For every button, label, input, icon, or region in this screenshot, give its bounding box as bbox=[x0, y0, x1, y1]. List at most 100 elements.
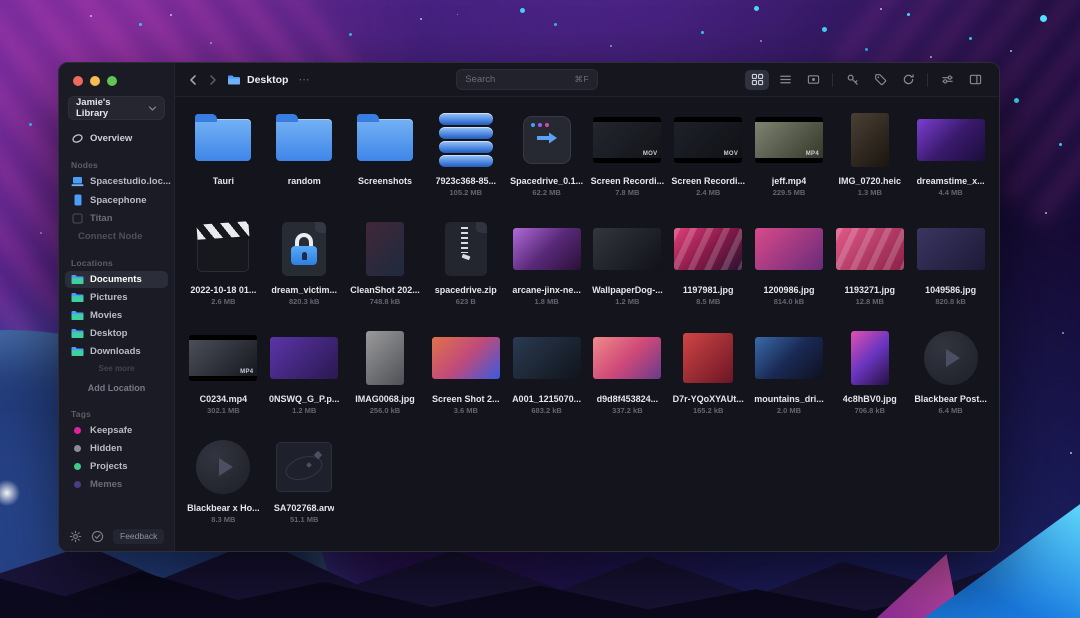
file-name: Tauri bbox=[212, 176, 235, 186]
file-item[interactable]: Blackbear Post... 6.4 MB bbox=[910, 325, 991, 434]
feedback-button[interactable]: Feedback bbox=[113, 528, 165, 544]
file-item[interactable]: 4c8hBV0.jpg 706.8 kB bbox=[829, 325, 910, 434]
file-size: 337.2 kB bbox=[612, 406, 643, 415]
settings-button[interactable] bbox=[69, 530, 82, 543]
folder-icon bbox=[71, 310, 84, 321]
file-item[interactable]: Screen Shot 2... 3.6 MB bbox=[425, 325, 506, 434]
file-item[interactable]: 1200986.jpg 814.0 kB bbox=[749, 216, 830, 325]
file-item[interactable]: 2022-10-18 01... 2.6 MB bbox=[183, 216, 264, 325]
file-item[interactable]: random bbox=[264, 107, 345, 216]
sidebar-item-add-location[interactable]: Add Location bbox=[65, 380, 168, 396]
sidebar-item-pictures[interactable]: Pictures bbox=[65, 289, 168, 306]
file-item[interactable]: 7923c368-85... 105.2 MB bbox=[425, 107, 506, 216]
file-item[interactable]: CleanShot 202... 748.8 kB bbox=[345, 216, 426, 325]
image-thumbnail bbox=[365, 222, 404, 276]
sidebar-item-desktop[interactable]: Desktop bbox=[65, 325, 168, 342]
file-item[interactable]: MP4 jeff.mp4 229.5 MB bbox=[749, 107, 830, 216]
breadcrumb[interactable]: Desktop bbox=[227, 74, 288, 86]
more-options-button[interactable]: ⋯ bbox=[298, 73, 309, 86]
sidebar-item-label: Add Location bbox=[87, 383, 146, 393]
sidebar-item-label: Spacephone bbox=[90, 194, 147, 206]
image-thumbnail bbox=[683, 333, 734, 383]
background-crystal-pink bbox=[870, 554, 960, 618]
sidebar-item-see-more[interactable]: See more bbox=[65, 361, 168, 376]
sidebar-item-hidden[interactable]: Hidden bbox=[65, 440, 168, 457]
file-item[interactable]: Blackbear x Ho... 8.3 MB bbox=[183, 434, 264, 543]
sidebar-item-downloads[interactable]: Downloads bbox=[65, 343, 168, 360]
forward-button[interactable] bbox=[207, 74, 219, 86]
file-name: SA702768.arw bbox=[273, 503, 335, 513]
sidebar-item-memes[interactable]: Memes bbox=[65, 476, 168, 493]
panel-button[interactable] bbox=[963, 70, 987, 90]
tag-color-dot bbox=[74, 445, 81, 452]
spacedrive-window: Jamie's Library Overview Nodes Spacestudi… bbox=[58, 62, 1000, 552]
file-item[interactable]: Screenshots bbox=[345, 107, 426, 216]
file-name: CleanShot 202... bbox=[350, 285, 420, 295]
grid-view-button[interactable] bbox=[745, 69, 769, 90]
file-item[interactable]: IMG_0720.heic 1.3 MB bbox=[829, 107, 910, 216]
file-item[interactable]: d9d8f453824... 337.2 kB bbox=[587, 325, 668, 434]
file-item[interactable]: WallpaperDog-... 1.2 MB bbox=[587, 216, 668, 325]
file-size: 820.8 kB bbox=[935, 297, 966, 306]
phone-icon bbox=[71, 194, 84, 206]
key-button[interactable] bbox=[840, 70, 864, 90]
zoom-button[interactable] bbox=[107, 76, 117, 86]
file-item[interactable]: MOV Screen Recordi... 2.4 MB bbox=[668, 107, 749, 216]
file-item[interactable]: 1193271.jpg 12.8 MB bbox=[829, 216, 910, 325]
sidebar-item-spacestudio-loc[interactable]: Spacestudio.loc... bbox=[65, 173, 171, 190]
file-thumbnail bbox=[282, 216, 327, 282]
tag-button[interactable] bbox=[868, 70, 892, 90]
file-thumbnail bbox=[444, 216, 487, 282]
search-input[interactable]: Search ⌘F bbox=[456, 69, 599, 90]
file-grid: Tauri random Screenshots 7923c368-85... 105.… bbox=[175, 97, 999, 551]
refresh-button[interactable] bbox=[896, 70, 920, 90]
sidebar-item-keepsafe[interactable]: Keepsafe bbox=[65, 422, 168, 439]
file-item[interactable]: A001_1215070... 683.2 kB bbox=[506, 325, 587, 434]
back-button[interactable] bbox=[187, 74, 199, 86]
file-item[interactable]: SA702768.arw 51.1 MB bbox=[264, 434, 345, 543]
sidebar-item-connect-node[interactable]: Connect Node bbox=[65, 228, 168, 245]
media-view-button[interactable] bbox=[801, 70, 825, 90]
file-name: 1200986.jpg bbox=[763, 285, 815, 295]
file-size: 1.8 MB bbox=[534, 297, 559, 306]
file-item[interactable]: Tauri bbox=[183, 107, 264, 216]
file-item[interactable]: dreamstime_x... 4.4 MB bbox=[910, 107, 991, 216]
toolbar: Desktop ⋯ Search ⌘F bbox=[175, 63, 999, 97]
file-item[interactable]: IMAG0068.jpg 256.0 kB bbox=[345, 325, 426, 434]
file-item[interactable]: 1197981.jpg 8.5 MB bbox=[668, 216, 749, 325]
file-name: C0234.mp4 bbox=[199, 394, 248, 404]
close-button[interactable] bbox=[73, 76, 83, 86]
app-installer-icon bbox=[522, 116, 571, 164]
sidebar-item-overview[interactable]: Overview bbox=[65, 130, 168, 147]
file-size: 256.0 kB bbox=[369, 406, 401, 415]
database-disc bbox=[438, 141, 493, 153]
sidebar-item-spacephone[interactable]: Spacephone bbox=[65, 191, 168, 209]
window-controls bbox=[59, 63, 174, 86]
sidebar: Jamie's Library Overview Nodes Spacestudi… bbox=[59, 63, 175, 551]
sidebar-item-movies[interactable]: Movies bbox=[65, 307, 168, 324]
file-item[interactable]: MP4 C0234.mp4 302.1 MB bbox=[183, 325, 264, 434]
file-thumbnail bbox=[276, 107, 333, 173]
file-name: Blackbear x Ho... bbox=[187, 503, 260, 513]
file-item[interactable]: dream_victim... 820.3 kB bbox=[264, 216, 345, 325]
sidebar-item-projects[interactable]: Projects bbox=[65, 458, 168, 475]
file-item[interactable]: D7r-YQoXYAUt... 165.2 kB bbox=[668, 325, 749, 434]
sidebar-item-documents[interactable]: Documents bbox=[65, 271, 168, 288]
sidebar-item-titan[interactable]: Titan bbox=[65, 210, 168, 227]
image-thumbnail bbox=[431, 337, 500, 379]
file-size: 6.4 MB bbox=[938, 406, 963, 415]
filters-button[interactable] bbox=[935, 70, 959, 90]
list-view-button[interactable] bbox=[773, 70, 797, 90]
library-switcher[interactable]: Jamie's Library bbox=[68, 96, 165, 120]
file-item[interactable]: arcane-jinx-ne... 1.8 MB bbox=[506, 216, 587, 325]
image-thumbnail bbox=[512, 228, 581, 270]
file-name: Screen Recordi... bbox=[671, 176, 745, 186]
file-item[interactable]: Spacedrive_0.1... 62.2 MB bbox=[506, 107, 587, 216]
jobs-button[interactable] bbox=[91, 530, 104, 543]
file-item[interactable]: 1049586.jpg 820.8 kB bbox=[910, 216, 991, 325]
file-item[interactable]: mountains_dri... 2.0 MB bbox=[749, 325, 830, 434]
file-item[interactable]: 0NSWQ_G_P.p... 1.2 MB bbox=[264, 325, 345, 434]
file-item[interactable]: spacedrive.zip 623 B bbox=[425, 216, 506, 325]
minimize-button[interactable] bbox=[90, 76, 100, 86]
file-item[interactable]: MOV Screen Recordi... 7.8 MB bbox=[587, 107, 668, 216]
